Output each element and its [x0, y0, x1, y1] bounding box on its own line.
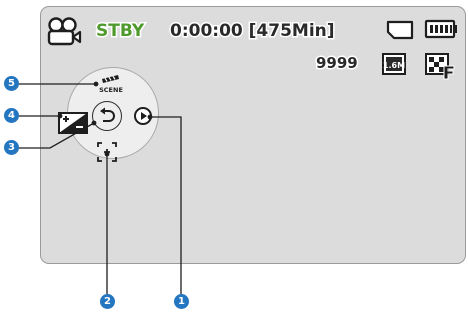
leader-dot-2	[104, 151, 110, 157]
leader-dot-5	[93, 81, 99, 87]
callout-badge-1: 1	[174, 294, 189, 309]
leader-dot-1	[147, 114, 153, 120]
leader-line-3	[19, 122, 95, 149]
callout-leaders	[19, 81, 182, 294]
callout-badge-4: 4	[4, 108, 19, 123]
callout-badge-5: 5	[4, 76, 19, 91]
leader-dot-3	[91, 120, 97, 126]
callout-badge-3: 3	[4, 140, 19, 155]
leader-dot-4	[57, 113, 63, 119]
callout-badge-2: 2	[100, 294, 115, 309]
leader-line-1	[150, 116, 182, 294]
